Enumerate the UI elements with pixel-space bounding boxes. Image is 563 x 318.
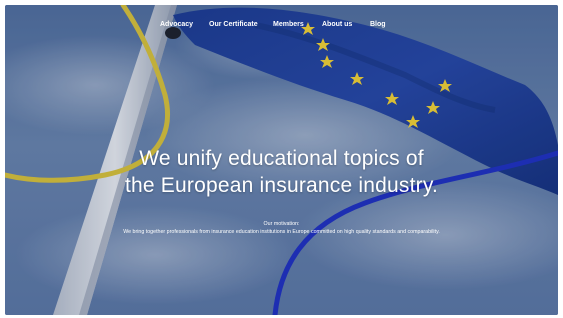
motivation-text: We bring together professionals from ins… xyxy=(123,229,440,235)
nav-item-blog[interactable]: Blog xyxy=(370,19,386,31)
hero-section: Advocacy Our Certificate Members About u… xyxy=(5,5,558,315)
hero-heading-line-1: We unify educational topics of xyxy=(139,147,424,170)
hero-heading-line-2: the European insurance industry. xyxy=(124,174,439,197)
motivation-block: Our motivation: We bring together profes… xyxy=(5,220,558,236)
nav-item-our-certificate[interactable]: Our Certificate xyxy=(209,19,258,31)
nav-item-about-us[interactable]: About us xyxy=(322,19,352,31)
main-navigation: Advocacy Our Certificate Members About u… xyxy=(5,19,558,35)
nav-item-advocacy[interactable]: Advocacy xyxy=(160,19,193,31)
nav-item-members[interactable]: Members xyxy=(273,19,304,31)
hero-heading: We unify educational topics of the Europ… xyxy=(5,145,558,199)
motivation-heading: Our motivation: xyxy=(263,221,300,227)
